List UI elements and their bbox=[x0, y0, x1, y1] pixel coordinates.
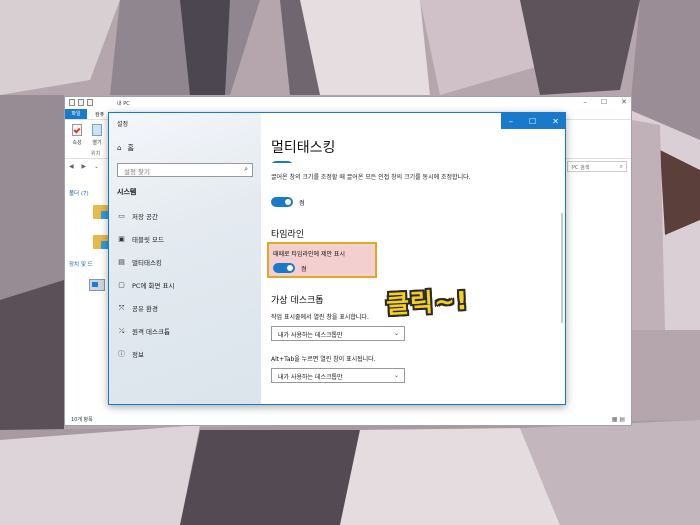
drive-icon[interactable] bbox=[89, 279, 105, 291]
sidebar-item-about[interactable]: ⓘ 정보 bbox=[117, 347, 144, 361]
remote-desktop-icon: ⤯ bbox=[118, 326, 125, 335]
storage-icon: ▭ bbox=[118, 212, 125, 220]
timeline-suggestions-toggle[interactable] bbox=[273, 263, 295, 273]
tree-folders[interactable]: 폴더 (7) bbox=[69, 189, 89, 197]
timeline-suggestions-label: 때때로 타임라인에 제안 표시 bbox=[273, 251, 345, 258]
sidebar-item-tablet-mode[interactable]: ▣ 태블릿 모드 bbox=[117, 232, 164, 246]
tablet-icon: ▣ bbox=[118, 235, 125, 243]
snap-toggle-partial[interactable] bbox=[271, 157, 293, 163]
settings-window-controls[interactable]: – ☐ ✕ bbox=[501, 113, 565, 129]
sidebar-item-project[interactable]: ▢ PC에 화면 표시 bbox=[117, 278, 174, 292]
timeline-suggestions-highlight: 때때로 타임라인에 제안 표시 켬 bbox=[267, 242, 377, 278]
virtual-desktops-heading: 가상 데스크톱 bbox=[271, 296, 324, 306]
sidebar-item-remote-desktop[interactable]: ⤯ 원격 데스크톱 bbox=[117, 324, 170, 338]
settings-window-title: 설정 bbox=[117, 121, 129, 128]
multitasking-icon: ▤ bbox=[118, 258, 125, 266]
timeline-suggestions-toggle-row[interactable]: 켬 bbox=[273, 263, 307, 273]
sidebar-item-home[interactable]: ⌂ 홈 bbox=[117, 141, 134, 155]
shared-experiences-icon: ⤧ bbox=[118, 303, 125, 312]
project-icon: ▢ bbox=[118, 281, 125, 289]
page-title: 멀티태스킹 bbox=[271, 140, 336, 156]
taskbar-windows-dropdown[interactable]: 내가 사용하는 데스크톱만 ⌄ bbox=[271, 326, 405, 341]
folder-icon[interactable] bbox=[93, 205, 111, 219]
taskbar-windows-label: 작업 표시줄에서 열린 창을 표시합니다. bbox=[271, 314, 369, 321]
content-scrollbar[interactable] bbox=[561, 213, 563, 323]
snap-resize-toggle[interactable] bbox=[271, 197, 293, 207]
alt-tab-dropdown[interactable]: 내가 사용하는 데스크톱만 ⌄ bbox=[271, 368, 405, 383]
view-toggle-icons[interactable]: ▦ ▤ bbox=[612, 416, 625, 423]
search-icon: ⌕ bbox=[244, 165, 248, 173]
status-item-count: 10개 항목 bbox=[71, 417, 93, 423]
settings-content: – ☐ ✕ 멀티태스킹 끌어온 창의 크기를 조정할 때 끌어온 모든 인접 창… bbox=[261, 113, 565, 404]
timeline-toggle-state: 켬 bbox=[301, 265, 307, 273]
chevron-down-icon: ⌄ bbox=[393, 372, 399, 379]
sidebar-section-system: 시스템 bbox=[117, 188, 137, 196]
maximize-button[interactable]: ☐ bbox=[529, 117, 536, 126]
chevron-down-icon: ⌄ bbox=[393, 330, 399, 337]
toggle-switch[interactable] bbox=[271, 160, 293, 163]
settings-window[interactable]: 설정 ⌂ 홈 설정 찾기 ⌕ 시스템 ▭ 저장 공간 ▣ 태블릿 모드 ▤ 멀티… bbox=[108, 112, 566, 405]
home-icon: ⌂ bbox=[117, 144, 122, 152]
sidebar-item-shared-experiences[interactable]: ⤧ 공유 환경 bbox=[117, 301, 158, 315]
settings-sidebar: 설정 ⌂ 홈 설정 찾기 ⌕ 시스템 ▭ 저장 공간 ▣ 태블릿 모드 ▤ 멀티… bbox=[109, 113, 261, 404]
close-button[interactable]: ✕ bbox=[552, 117, 559, 126]
sidebar-item-storage[interactable]: ▭ 저장 공간 bbox=[117, 209, 158, 223]
info-icon: ⓘ bbox=[118, 350, 125, 358]
click-annotation: 클릭~! bbox=[385, 285, 470, 320]
sidebar-item-multitasking[interactable]: ▤ 멀티태스킹 bbox=[117, 255, 162, 269]
tree-devices[interactable]: 장치 및 드 bbox=[69, 260, 93, 268]
alt-tab-label: Alt+Tab을 누르면 열린 창이 표시됩니다. bbox=[271, 356, 376, 363]
timeline-heading: 타임라인 bbox=[271, 230, 305, 240]
settings-search-input[interactable]: 설정 찾기 ⌕ bbox=[117, 163, 253, 177]
snap-resize-toggle-state: 켬 bbox=[299, 199, 305, 207]
minimize-button[interactable]: – bbox=[509, 117, 513, 126]
snap-resize-toggle-row[interactable]: 켬 bbox=[271, 197, 305, 207]
folder-icon[interactable] bbox=[93, 235, 111, 249]
snap-resize-description: 끌어온 창의 크기를 조정할 때 끌어온 모든 인접 창의 크기를 동시에 조정… bbox=[271, 174, 471, 181]
